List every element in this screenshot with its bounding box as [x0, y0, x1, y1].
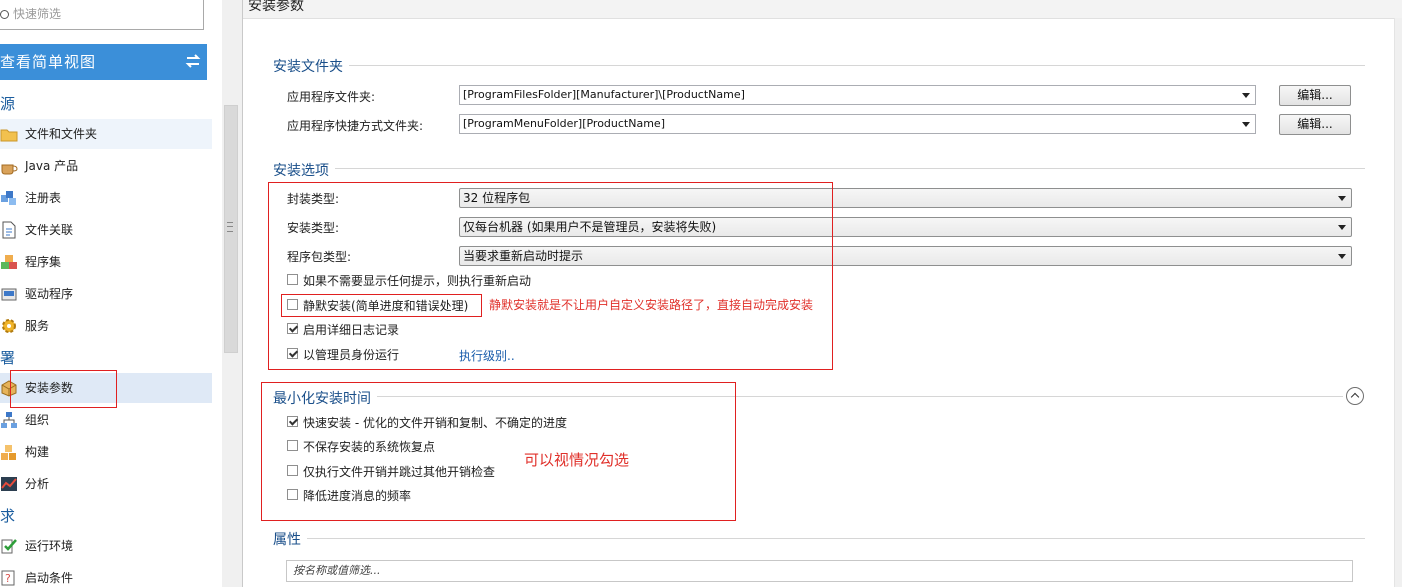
sidebar-item-service[interactable]: 服务: [0, 311, 212, 341]
chevron-down-icon[interactable]: [1338, 225, 1346, 230]
quick-filter[interactable]: [0, 0, 204, 30]
sidebar-item-file-association[interactable]: 文件关联: [0, 215, 212, 245]
analysis-icon: [1, 477, 17, 491]
registry-icon: [1, 191, 16, 205]
annotation-box-install-params: [10, 370, 117, 408]
section-deploy: 署: [0, 349, 16, 367]
properties-filter-input[interactable]: 按名称或值筛选...: [286, 560, 1353, 582]
folder-icon: [0, 129, 18, 142]
runtime-icon: [1, 539, 17, 554]
section-requirements: 求: [0, 507, 16, 525]
chevron-down-icon[interactable]: [1338, 196, 1346, 201]
splitter-grip-icon[interactable]: [227, 222, 233, 232]
sidebar-item-label: 注册表: [25, 191, 62, 205]
shortcut-folder-value: [ProgramMenuFolder][ProductName]: [463, 117, 665, 130]
quick-filter-input[interactable]: [13, 4, 193, 24]
sidebar-splitter[interactable]: [222, 0, 242, 587]
edit-app-folder-button[interactable]: 编辑...: [1279, 85, 1351, 106]
annotation-box-install-options: [268, 182, 833, 370]
view-toggle-button[interactable]: 查看简单视图: [0, 44, 207, 80]
assembly-icon: [1, 255, 17, 269]
sidebar-item-label: Java 产品: [25, 159, 79, 173]
search-icon: [0, 10, 9, 19]
sidebar-item-label: 程序集: [25, 255, 62, 269]
sidebar-item-java[interactable]: Java 产品: [0, 151, 212, 181]
service-gear-icon: [2, 319, 16, 333]
group-divider: [273, 65, 1365, 66]
sidebar-item-registry[interactable]: 注册表: [0, 183, 212, 213]
sidebar-item-assembly[interactable]: 程序集: [0, 247, 212, 277]
edit-shortcut-folder-button[interactable]: 编辑...: [1279, 114, 1351, 135]
build-icon: [1, 445, 16, 460]
app-folder-value: [ProgramFilesFolder][Manufacturer]\[Prod…: [463, 88, 745, 101]
sidebar-item-files-folders[interactable]: 文件和文件夹: [0, 119, 212, 149]
sidebar-item-label: 启动条件: [25, 571, 74, 585]
sidebar-item-label: 组织: [25, 413, 50, 427]
svg-text:?: ?: [5, 572, 11, 585]
sidebar-item-label: 运行环境: [25, 539, 74, 553]
sidebar-item-organization[interactable]: 组织: [0, 405, 212, 435]
app-folder-combo[interactable]: [ProgramFilesFolder][Manufacturer]\[Prod…: [459, 85, 1256, 105]
page-title: 安装参数: [248, 0, 304, 14]
annotation-box-minimize-time: [261, 382, 736, 521]
chevron-down-icon[interactable]: [1338, 254, 1346, 259]
content-scrollbar[interactable]: [1394, 18, 1402, 587]
sidebar-item-launch-conditions[interactable]: ? 启动条件: [0, 563, 212, 587]
sidebar-item-build[interactable]: 构建: [0, 437, 212, 467]
annotation-box-silent-install: [281, 294, 482, 317]
sidebar: 查看简单视图 源 文件和文件夹 Java 产品 注册表 文件关联 程序集 驱动程…: [0, 0, 222, 587]
java-cup-icon: [1, 164, 18, 175]
group-divider: [273, 538, 1365, 539]
view-toggle-label: 查看简单视图: [0, 53, 97, 71]
sidebar-item-label: 驱动程序: [25, 287, 74, 301]
panel-titlebar: 安装参数: [243, 0, 1402, 19]
group-heading-install-folder: 安装文件夹: [273, 56, 349, 76]
app-folder-label: 应用程序文件夹:: [287, 90, 376, 104]
shortcut-folder-label: 应用程序快捷方式文件夹:: [287, 119, 424, 133]
driver-icon: [1, 288, 17, 301]
group-divider: [273, 168, 1365, 169]
sidebar-item-label: 构建: [25, 445, 50, 459]
file-association-icon: [2, 221, 16, 239]
section-source: 源: [0, 95, 16, 113]
collapse-chevron-up-icon[interactable]: [1346, 387, 1364, 405]
sidebar-item-analysis[interactable]: 分析: [0, 469, 212, 499]
chevron-down-icon[interactable]: [1242, 122, 1250, 127]
sidebar-item-runtime[interactable]: 运行环境: [0, 531, 212, 561]
sidebar-item-label: 文件关联: [25, 223, 74, 237]
sidebar-item-driver[interactable]: 驱动程序: [0, 279, 212, 309]
swap-arrows-icon: [185, 54, 201, 68]
launch-condition-icon: ?: [1, 570, 15, 586]
shortcut-folder-combo[interactable]: [ProgramMenuFolder][ProductName]: [459, 114, 1256, 134]
sidebar-item-label: 分析: [25, 477, 50, 491]
group-heading-install-options: 安装选项: [273, 160, 335, 180]
sidebar-item-label: 服务: [25, 319, 50, 333]
group-heading-properties: 属性: [273, 529, 307, 549]
chevron-down-icon[interactable]: [1242, 93, 1250, 98]
sidebar-item-label: 文件和文件夹: [25, 127, 98, 141]
organization-icon: [1, 412, 17, 428]
